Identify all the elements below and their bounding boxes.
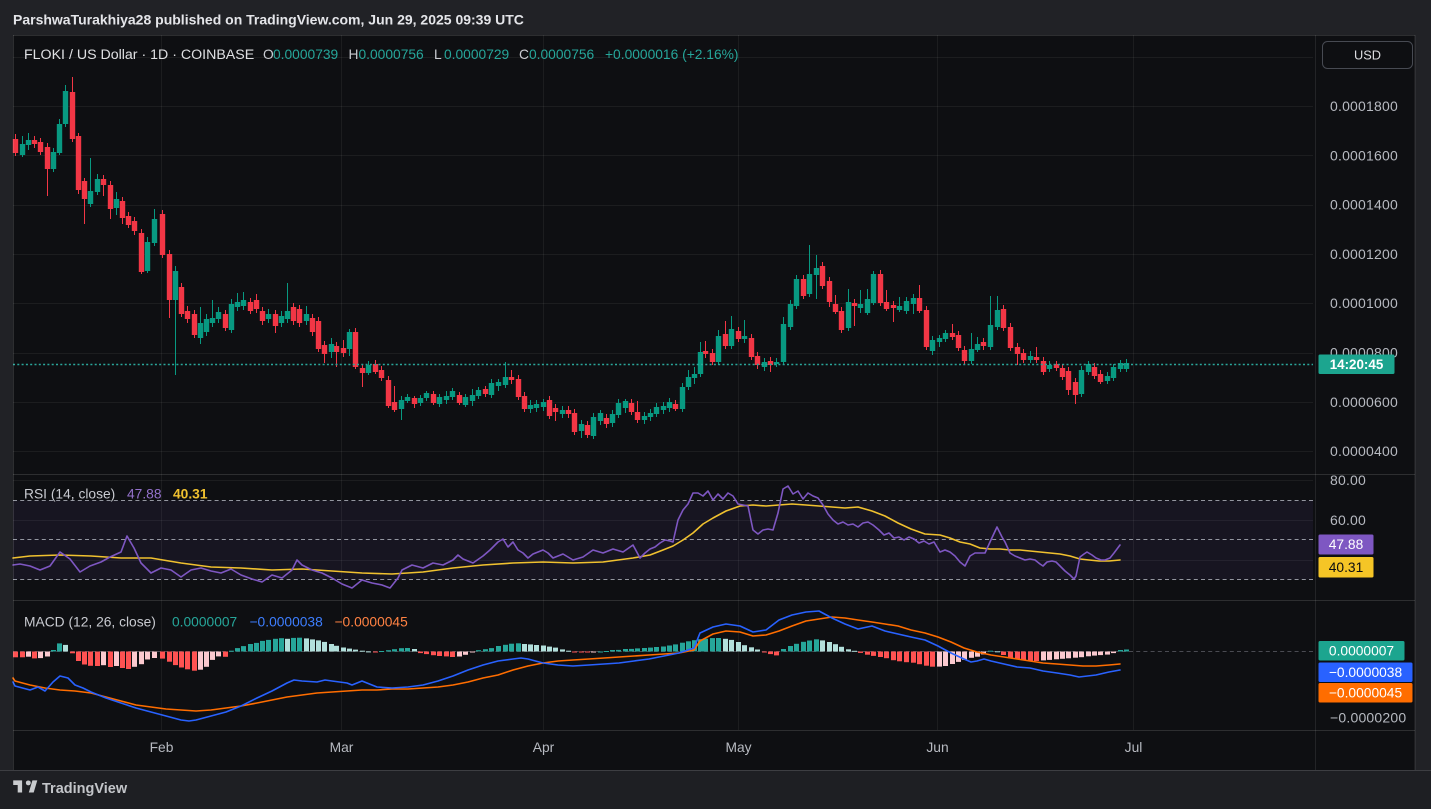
svg-text:Mar: Mar: [330, 740, 354, 755]
svg-text:−0.0000045: −0.0000045: [335, 615, 409, 630]
svg-text:H: H: [349, 47, 359, 62]
svg-text:0.0001000: 0.0001000: [1330, 295, 1398, 311]
svg-text:−0.0000038: −0.0000038: [250, 615, 324, 630]
svg-text:0.0001600: 0.0001600: [1330, 147, 1398, 163]
svg-text:ParshwaTurakhiya28 published o: ParshwaTurakhiya28 published on TradingV…: [13, 12, 524, 28]
svg-text:L: L: [434, 47, 442, 62]
svg-text:−0.0000038: −0.0000038: [1329, 665, 1403, 680]
svg-text:TradingView: TradingView: [42, 781, 128, 797]
svg-text:Jun: Jun: [926, 740, 948, 755]
svg-text:47.88: 47.88: [1329, 537, 1364, 552]
svg-text:0.0000007: 0.0000007: [172, 615, 237, 630]
svg-text:Jul: Jul: [1125, 740, 1143, 755]
svg-text:0.0001400: 0.0001400: [1330, 197, 1398, 213]
svg-text:0.0000739: 0.0000739: [273, 47, 339, 62]
svg-text:MACD (12, 26, close): MACD (12, 26, close): [24, 615, 156, 630]
svg-text:0.0000756: 0.0000756: [529, 47, 595, 62]
svg-text:0.0000756: 0.0000756: [359, 47, 425, 62]
svg-text:0.0001200: 0.0001200: [1330, 246, 1398, 262]
svg-text:Feb: Feb: [150, 740, 174, 755]
svg-text:FLOKI / US Dollar · 1D · COINB: FLOKI / US Dollar · 1D · COINBASE: [24, 47, 254, 63]
svg-text:−0.0000045: −0.0000045: [1329, 685, 1403, 700]
svg-text:40.31: 40.31: [173, 487, 208, 502]
svg-text:0.0000600: 0.0000600: [1330, 394, 1398, 410]
svg-text:80.00: 80.00: [1330, 472, 1366, 488]
svg-text:May: May: [725, 740, 751, 755]
svg-text:C: C: [519, 47, 529, 62]
svg-text:0.0000400: 0.0000400: [1330, 443, 1398, 459]
svg-text:47.88: 47.88: [127, 487, 162, 502]
svg-text:RSI (14, close): RSI (14, close): [24, 487, 115, 502]
svg-text:0.0000729: 0.0000729: [444, 47, 510, 62]
svg-text:0.0001800: 0.0001800: [1330, 98, 1398, 114]
svg-text:+0.0000016 (+2.16%): +0.0000016 (+2.16%): [605, 47, 738, 62]
svg-text:0.0000007: 0.0000007: [1329, 643, 1394, 658]
svg-text:60.00: 60.00: [1330, 512, 1366, 528]
svg-text:14:20:45: 14:20:45: [1330, 357, 1384, 372]
svg-text:Apr: Apr: [533, 740, 555, 755]
svg-text:40.31: 40.31: [1329, 560, 1364, 575]
svg-text:USD: USD: [1354, 48, 1381, 63]
svg-text:−0.0000200: −0.0000200: [1330, 710, 1406, 726]
